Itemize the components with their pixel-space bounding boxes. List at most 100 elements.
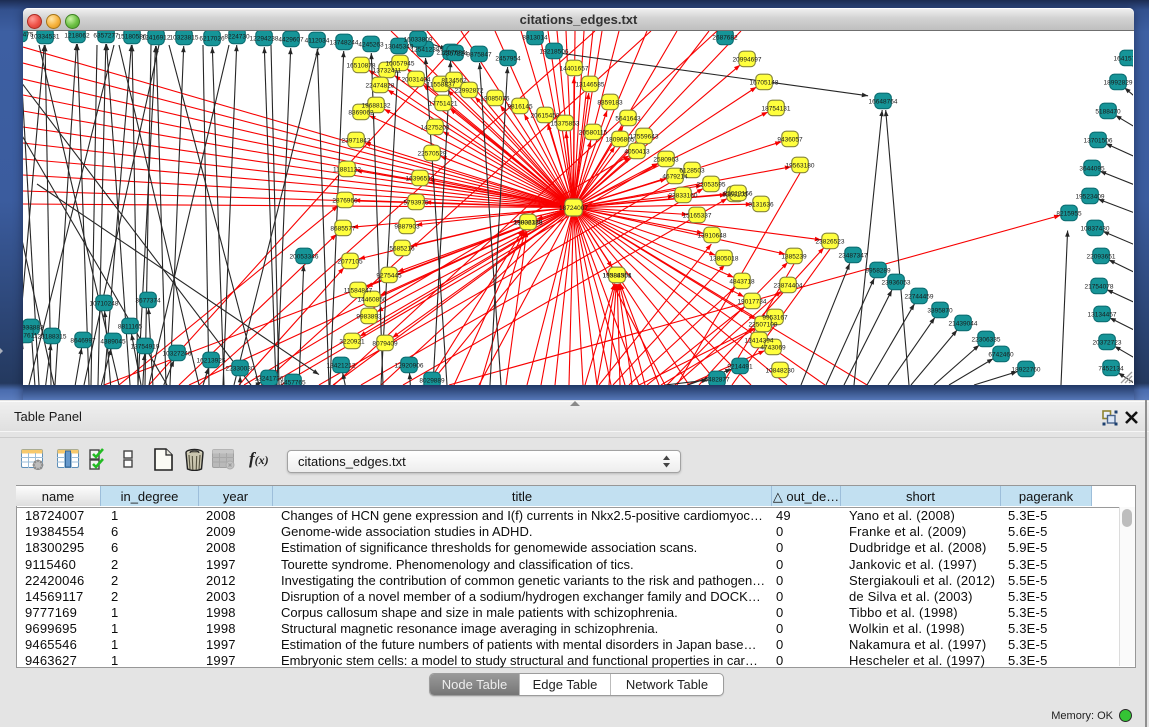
svg-text:13805018: 13805018 (710, 255, 739, 262)
svg-text:3644095: 3644095 (1079, 165, 1105, 172)
svg-text:5641643: 5641643 (615, 115, 641, 122)
svg-text:1385239: 1385239 (781, 253, 807, 260)
svg-text:22330030: 22330030 (226, 365, 255, 372)
svg-text:14275203: 14275203 (421, 124, 450, 131)
svg-text:13748244: 13748244 (330, 39, 359, 46)
svg-text:8646997: 8646997 (70, 337, 96, 344)
svg-text:23826523: 23826523 (816, 238, 845, 245)
svg-text:9275445: 9275445 (376, 272, 402, 279)
svg-text:19218506: 19218506 (540, 48, 569, 55)
svg-text:17559643: 17559643 (630, 133, 659, 140)
svg-text:9887903: 9887903 (394, 223, 420, 230)
svg-text:22744459: 22744459 (905, 293, 934, 300)
svg-text:8813014: 8813014 (522, 34, 548, 41)
svg-text:20994697: 20994697 (733, 56, 762, 63)
svg-text:9214491: 9214491 (727, 363, 753, 370)
svg-text:9983893: 9983893 (356, 313, 382, 320)
svg-text:2537611: 2537611 (23, 332, 38, 339)
svg-text:23833160: 23833160 (669, 192, 698, 199)
svg-text:21439044: 21439044 (949, 320, 978, 327)
svg-text:2580963: 2580963 (653, 156, 679, 163)
svg-text:13910648: 13910648 (698, 232, 727, 239)
svg-text:8134562: 8134562 (441, 77, 467, 84)
svg-text:22053595: 22053595 (697, 181, 726, 188)
svg-text:3333883: 3333883 (23, 324, 44, 331)
svg-text:18724007: 18724007 (559, 205, 588, 212)
svg-text:5793975: 5793975 (403, 199, 429, 206)
svg-text:8215955: 8215955 (1056, 210, 1082, 217)
svg-text:6357277: 6357277 (93, 32, 119, 39)
svg-text:15375853: 15375853 (551, 120, 580, 127)
svg-text:16510878: 16510878 (347, 62, 376, 69)
svg-text:16213925: 16213925 (197, 357, 226, 364)
svg-text:11584847: 11584847 (344, 287, 373, 294)
svg-text:21012166: 21012166 (724, 190, 753, 197)
svg-text:19017734: 19017734 (738, 298, 767, 305)
svg-text:23971842: 23971842 (342, 137, 371, 144)
svg-text:17751421: 17751421 (429, 100, 458, 107)
svg-text:20580115: 20580115 (579, 129, 608, 136)
svg-text:3677374: 3677374 (135, 297, 161, 304)
svg-text:2457954: 2457954 (495, 55, 521, 62)
svg-text:19523409: 19523409 (1076, 193, 1105, 200)
svg-text:13421212: 13421212 (327, 362, 356, 369)
svg-text:22093651: 22093651 (1087, 253, 1116, 260)
svg-text:4389045: 4389045 (100, 338, 126, 345)
svg-text:16415740: 16415740 (1114, 55, 1133, 62)
svg-text:8079409: 8079409 (372, 340, 398, 347)
svg-text:8369062: 8369062 (348, 109, 374, 116)
svg-text:1218062: 1218062 (64, 32, 90, 39)
svg-text:4743069: 4743069 (760, 344, 786, 351)
svg-text:11881122: 11881122 (333, 166, 361, 173)
svg-text:20615450: 20615450 (531, 112, 560, 119)
svg-text:18992829: 18992829 (1104, 79, 1133, 86)
svg-text:19085076: 19085076 (481, 95, 510, 102)
svg-text:10837430: 10837430 (1081, 225, 1110, 232)
svg-text:13134457: 13134457 (1088, 311, 1117, 318)
svg-text:12416912: 12416912 (142, 34, 171, 41)
svg-text:10323815: 10323815 (170, 34, 199, 41)
svg-text:8359183: 8359183 (597, 99, 623, 106)
svg-text:3131636: 3131636 (748, 201, 774, 208)
svg-text:4245263: 4245263 (358, 41, 384, 48)
svg-text:20372723: 20372723 (1093, 339, 1122, 346)
svg-text:9816145: 9816145 (507, 103, 533, 110)
svg-text:22992872: 22992872 (455, 87, 484, 94)
svg-text:16648764: 16648764 (869, 98, 898, 105)
svg-text:16705148: 16705148 (750, 79, 779, 86)
svg-text:12414394: 12414394 (745, 337, 774, 344)
svg-text:22306335: 22306335 (972, 336, 1001, 343)
svg-text:2876966: 2876966 (332, 197, 358, 204)
svg-text:6217026: 6217026 (199, 35, 225, 42)
svg-text:12920906: 12920906 (395, 362, 424, 369)
svg-text:2077105: 2077105 (337, 258, 363, 265)
svg-text:22474828: 22474828 (366, 82, 395, 89)
svg-text:13732411: 13732411 (373, 67, 402, 74)
svg-text:19384554: 19384554 (603, 272, 632, 279)
svg-text:4429607: 4429607 (278, 36, 304, 43)
svg-text:2687682: 2687682 (712, 34, 738, 41)
svg-text:9953167: 9953167 (762, 314, 788, 321)
svg-text:10334531: 10334531 (31, 33, 60, 40)
svg-text:7357224: 7357224 (442, 50, 468, 57)
svg-text:8029889: 8029889 (419, 377, 445, 384)
svg-text:23188315: 23188315 (38, 333, 67, 340)
svg-text:13146585: 13146585 (576, 81, 605, 88)
svg-text:3395870: 3395870 (927, 307, 953, 314)
svg-text:16033809: 16033809 (404, 36, 433, 43)
svg-text:18754131: 18754131 (762, 105, 791, 112)
svg-text:6742460: 6742460 (988, 351, 1014, 358)
svg-text:9436057: 9436057 (777, 136, 803, 143)
svg-text:10057945: 10057945 (386, 60, 415, 67)
svg-text:4050413: 4050413 (624, 148, 650, 155)
svg-text:4843718: 4843718 (729, 278, 755, 285)
svg-text:13754919: 13754919 (131, 343, 160, 350)
svg-text:22570529: 22570529 (418, 150, 447, 157)
svg-text:22507109: 22507109 (749, 321, 778, 328)
svg-text:12294238: 12294238 (250, 35, 279, 42)
svg-text:5188470: 5188470 (1095, 108, 1121, 115)
svg-text:9875847: 9875847 (466, 51, 492, 58)
svg-text:7452134: 7452134 (1098, 365, 1124, 372)
svg-text:6482877: 6482877 (704, 376, 730, 383)
svg-text:8224730: 8224730 (224, 33, 250, 40)
